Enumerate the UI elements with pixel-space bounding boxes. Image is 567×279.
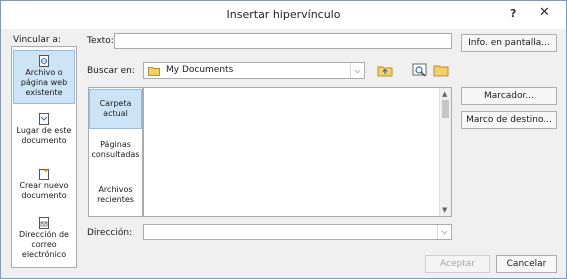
link-email-line2: correo xyxy=(31,240,57,249)
screentip-button[interactable]: Info. en pantalla... xyxy=(461,34,557,52)
scroll-thumb[interactable] xyxy=(442,100,449,118)
bookmark-button[interactable]: Marcador... xyxy=(461,87,557,105)
scroll-down-icon[interactable]: ▼ xyxy=(442,206,447,214)
file-list-scrollbar[interactable]: ▲ ▼ xyxy=(439,88,451,216)
insert-hyperlink-dialog: Insertar hipervínculo ? ✕ Vincular a: Ar… xyxy=(0,0,567,279)
link-email-line1: Dirección de xyxy=(19,230,69,239)
close-button[interactable]: ✕ xyxy=(539,5,550,20)
web-page-file-icon xyxy=(39,55,49,67)
browse-nav-panel: Carpeta actual Páginas consultadas Archi… xyxy=(88,87,143,217)
address-label: Dirección: xyxy=(87,228,133,238)
link-place-in-document[interactable]: Lugar de este documento xyxy=(13,113,75,155)
nav-recent-files-line1: Archivos xyxy=(98,185,133,194)
address-combo[interactable]: ⌵ xyxy=(143,224,452,240)
target-frame-button[interactable]: Marco de destino... xyxy=(461,111,557,129)
link-place-line1: Lugar de este xyxy=(16,126,72,135)
link-existing-line3: existente xyxy=(25,88,63,97)
look-in-label: Buscar en: xyxy=(87,66,135,76)
look-in-value: My Documents xyxy=(166,65,234,75)
file-list[interactable]: ▲ ▼ xyxy=(143,87,452,217)
new-document-icon xyxy=(39,168,49,180)
nav-current-folder[interactable]: Carpeta actual xyxy=(89,89,142,129)
nav-recent-files-line2: recientes xyxy=(97,195,134,204)
text-field[interactable] xyxy=(114,33,452,49)
look-in-combo[interactable]: My Documents ⌵ xyxy=(143,62,365,79)
up-folder-icon[interactable] xyxy=(376,61,394,79)
link-existing-line1: Archivo o xyxy=(25,68,63,77)
nav-current-folder-line1: Carpeta xyxy=(99,99,132,108)
cancel-button[interactable]: Cancelar xyxy=(496,255,557,273)
link-email-line3: electrónico xyxy=(21,250,67,259)
link-new-line1: Crear nuevo xyxy=(19,181,69,190)
nav-browsed-pages[interactable]: Páginas consultadas xyxy=(89,140,142,170)
link-existing-file-or-web-page[interactable]: Archivo o página web existente xyxy=(13,50,75,104)
link-existing-line2: página web xyxy=(20,78,68,87)
nav-browsed-pages-line2: consultadas xyxy=(91,150,140,159)
folder-icon xyxy=(148,67,160,76)
email-icon xyxy=(39,217,49,229)
ok-button[interactable]: Aceptar xyxy=(425,255,490,273)
nav-recent-files[interactable]: Archivos recientes xyxy=(89,185,142,215)
text-label: Texto: xyxy=(87,36,114,46)
browse-web-icon[interactable] xyxy=(411,61,429,79)
link-new-line2: documento xyxy=(21,191,67,200)
link-create-new-document[interactable]: Crear nuevo documento xyxy=(13,168,75,210)
link-to-panel: Archivo o página web existente Lugar de … xyxy=(11,46,77,268)
nav-current-folder-line2: actual xyxy=(103,109,128,118)
dialog-title: Insertar hipervínculo xyxy=(226,8,341,21)
chevron-down-icon: ⌵ xyxy=(437,225,451,239)
title-bar: Insertar hipervínculo ? ✕ xyxy=(1,1,566,29)
chevron-down-icon: ⌵ xyxy=(350,63,364,78)
browse-file-icon[interactable] xyxy=(432,61,450,79)
nav-browsed-pages-line1: Páginas xyxy=(100,140,131,149)
document-place-icon xyxy=(39,113,49,125)
link-place-line2: documento xyxy=(21,136,67,145)
link-email-address[interactable]: Dirección de correo electrónico xyxy=(13,217,75,267)
scroll-up-icon[interactable]: ▲ xyxy=(442,90,447,98)
help-button[interactable]: ? xyxy=(510,7,516,20)
link-to-label: Vincular a: xyxy=(13,35,61,45)
